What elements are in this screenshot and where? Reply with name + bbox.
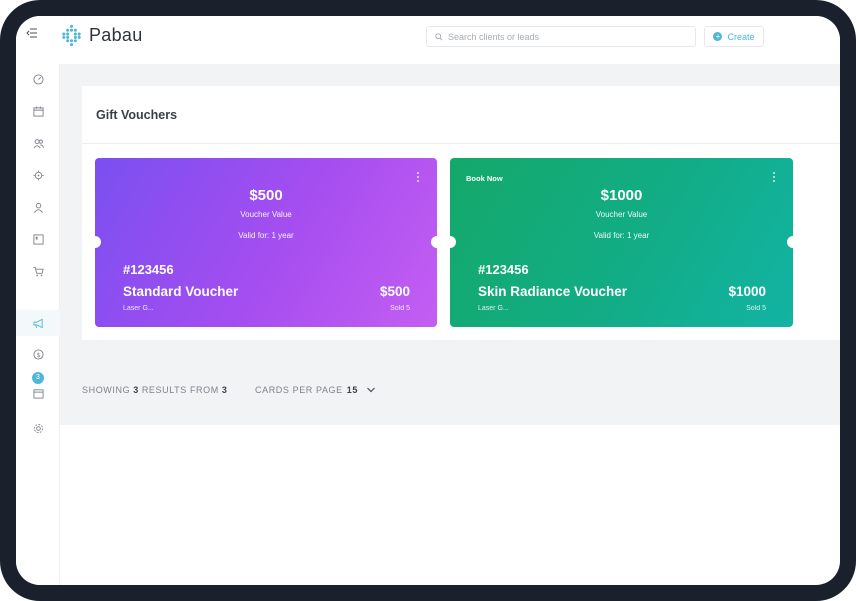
sidebar-item-tasks[interactable]: 3: [16, 372, 60, 406]
dashboard-icon: [32, 73, 44, 85]
results-summary: SHOWING 3 RESULTS FROM 3: [82, 385, 230, 395]
more-options-icon[interactable]: [417, 172, 421, 184]
total-count: 3: [221, 385, 228, 395]
create-button[interactable]: + Create: [704, 26, 764, 47]
page-title: Gift Vouchers: [96, 108, 178, 122]
device-frame: Pabau + Create: [0, 0, 856, 601]
sidebar: $ 3: [16, 64, 60, 585]
create-button-label: Create: [727, 31, 755, 42]
pabau-logo[interactable]: Pabau: [60, 24, 143, 47]
logo-mark-icon: [62, 24, 81, 47]
sidebar-item-settings[interactable]: [16, 415, 60, 441]
search-icon: [435, 32, 443, 41]
voucher-name: Standard Voucher: [123, 284, 239, 299]
voucher-value-label: Voucher Value: [240, 210, 292, 219]
gift-vouchers-panel: Gift Vouchers $500 Voucher Value Valid f…: [82, 86, 840, 340]
plus-circle-icon: +: [713, 32, 723, 41]
divider: [82, 143, 840, 144]
svg-text:$: $: [36, 350, 40, 358]
clients-icon: [33, 138, 44, 148]
main-content: Gift Vouchers $500 Voucher Value Valid f…: [60, 64, 840, 425]
voucher-sold-count: Sold 5: [746, 305, 766, 312]
sidebar-item-marketing[interactable]: [16, 310, 60, 336]
sidebar-item-target[interactable]: [16, 162, 60, 188]
voucher-price: $500: [379, 284, 410, 299]
voucher-code: #123456: [478, 262, 529, 277]
search-box[interactable]: [426, 26, 696, 47]
more-options-icon[interactable]: [773, 172, 777, 184]
voucher-services: Laser G...: [478, 305, 509, 312]
logo-text: Pabau: [89, 25, 143, 45]
voucher-card[interactable]: $500 Voucher Value Valid for: 1 year #12…: [95, 158, 437, 327]
book-now-tag[interactable]: Book Now: [466, 174, 503, 183]
showing-label: SHOWING: [82, 385, 131, 395]
tasks-badge: 3: [32, 372, 44, 384]
voucher-services: Laser G...: [123, 305, 154, 312]
voucher-card[interactable]: Book Now $1000 Voucher Value Valid for: …: [450, 158, 793, 327]
sidebar-item-clients[interactable]: [16, 130, 60, 156]
sidebar-item-finance[interactable]: $: [16, 341, 60, 367]
user-icon: [33, 202, 43, 213]
per-page-label: CARDS PER PAGE: [255, 385, 343, 395]
voucher-amount: $500: [249, 187, 283, 204]
voucher-validity: Valid for: 1 year: [238, 231, 294, 240]
per-page-value: 15: [346, 385, 358, 395]
voucher-price: $1000: [728, 284, 766, 299]
menu-collapse-icon[interactable]: [26, 27, 38, 39]
target-icon: [32, 169, 44, 181]
sidebar-item-reports[interactable]: [16, 226, 60, 252]
chevron-down-icon: [367, 387, 375, 393]
voucher-name: Skin Radiance Voucher: [478, 284, 628, 299]
dollar-icon: $: [32, 348, 44, 360]
voucher-validity: Valid for: 1 year: [593, 231, 650, 240]
shown-count: 3: [133, 385, 139, 395]
voucher-code: #123456: [123, 262, 174, 277]
sidebar-item-dashboard[interactable]: [16, 66, 60, 92]
cards-per-page-select[interactable]: CARDS PER PAGE 15: [255, 385, 376, 395]
sidebar-item-user[interactable]: [16, 194, 60, 220]
search-input[interactable]: [448, 31, 688, 42]
results-from-label: RESULTS FROM: [141, 385, 219, 395]
voucher-sold-count: Sold 5: [390, 305, 410, 312]
calendar-icon: [32, 105, 44, 117]
voucher-value-label: Voucher Value: [595, 210, 648, 219]
sidebar-item-cart[interactable]: [16, 258, 60, 284]
top-bar: Pabau + Create: [16, 16, 840, 64]
voucher-amount: $1000: [600, 187, 643, 204]
cart-icon: [32, 266, 44, 276]
tasks-icon: [32, 388, 44, 399]
gear-icon: [33, 423, 43, 433]
sidebar-item-calendar[interactable]: [16, 98, 60, 124]
megaphone-icon: [32, 318, 43, 328]
reports-icon: [32, 233, 44, 245]
app-screen: Pabau + Create: [16, 16, 840, 585]
